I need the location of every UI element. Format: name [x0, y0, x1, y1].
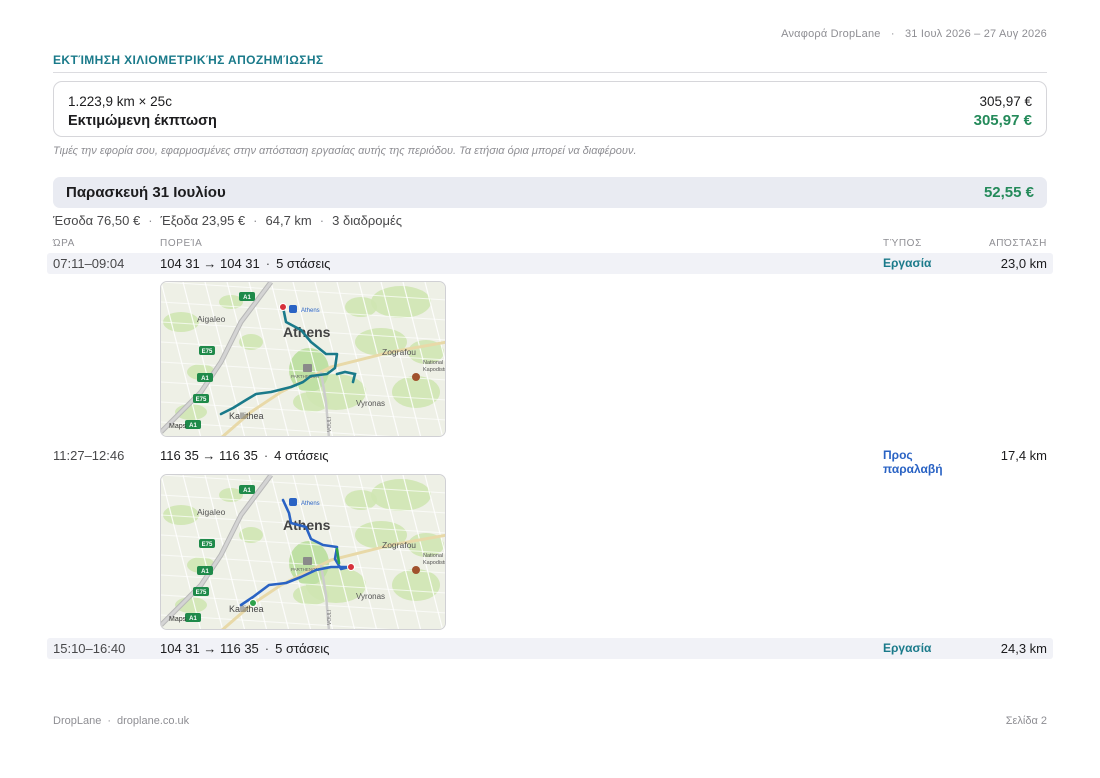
svg-text:E75: E75: [196, 397, 207, 403]
day-total: 52,55 €: [983, 184, 1034, 201]
trip-stops: 5 στάσεις: [276, 256, 331, 271]
trip-time: 11:27–12:46: [53, 448, 125, 463]
summary-calc-amount: 305,97 €: [979, 94, 1032, 109]
trip-route: 104 31 → 116 35 · 5 στάσεις: [160, 641, 329, 656]
disclaimer-note: Τιμές την εφορία σου, εφαρμοσμένες στην …: [53, 145, 637, 157]
trip-stops: 4 στάσεις: [274, 448, 329, 463]
section-title: ΕΚΤΊΜΗΣΗ ΧΙΛΙΟΜΕΤΡΙΚΉΣ ΑΠΟΖΗΜΊΩΣΗΣ: [53, 53, 1047, 73]
svg-text:Maps: Maps: [169, 423, 187, 430]
trip-route: 116 35 → 116 35 · 4 στάσεις: [160, 448, 328, 463]
svg-text:A1: A1: [243, 295, 251, 301]
deduction-label: Εκτιμώμενη έκπτωση: [68, 113, 217, 129]
svg-text:Zografou: Zografou: [382, 540, 416, 550]
svg-text:Kapodistrian: Kapodistrian: [423, 367, 446, 373]
svg-text:National: National: [423, 360, 443, 366]
trip-route-postcodes: 104 31 → 104 31: [160, 256, 260, 271]
trip-route-postcodes: 104 31 → 116 35: [160, 641, 259, 656]
stats-separator: ·: [253, 213, 258, 228]
trip-distance: 23,0 km: [1000, 256, 1047, 271]
svg-text:E75: E75: [202, 542, 213, 548]
map-canvas[interactable]: A1 E75 A1 E75 A1 Aigaleo Athens Zografou Kallith…: [161, 475, 446, 630]
footer-brand-name: DropLane: [53, 715, 102, 727]
svg-text:A1: A1: [201, 569, 209, 575]
route-separator: ·: [263, 448, 269, 463]
deduction-amount: 305,97 €: [973, 112, 1032, 129]
trip-time: 07:11–09:04: [53, 256, 125, 271]
svg-text:Zografou: Zografou: [382, 347, 416, 357]
svg-text:A1: A1: [189, 423, 197, 429]
svg-text:Kallithea: Kallithea: [229, 411, 264, 421]
svg-text:Vyronas: Vyronas: [356, 399, 385, 408]
svg-text:Athens: Athens: [301, 308, 320, 314]
footer-separator: ·: [107, 715, 111, 727]
svg-text:E75: E75: [196, 590, 207, 596]
day-expenses: Έξοδα 23,95 €: [160, 213, 246, 228]
trip-stops: 5 στάσεις: [275, 641, 330, 656]
svg-text:Maps: Maps: [169, 616, 187, 623]
trip-distance: 24,3 km: [1000, 641, 1047, 656]
trip-type: Εργασία: [883, 641, 932, 655]
svg-text:VOULI: VOULI: [327, 610, 333, 625]
summary-box: 1.223,9 km × 25c 305,97 € Εκτιμώμενη έκπ…: [53, 81, 1047, 137]
route-map[interactable]: A1 E75 A1 E75 A1 Aigaleo Athens Zografou Kallith…: [160, 281, 446, 437]
svg-text:A1: A1: [201, 376, 209, 382]
svg-text:Aigaleo: Aigaleo: [197, 314, 226, 324]
summary-calc: 1.223,9 km × 25c: [68, 94, 172, 109]
trip-type-line: Προς: [883, 448, 913, 462]
svg-text:Aigaleo: Aigaleo: [197, 507, 226, 517]
trip-route: 104 31 → 104 31 · 5 στάσεις: [160, 256, 330, 271]
trip-route-postcodes: 116 35 → 116 35: [160, 448, 258, 463]
report-header: Αναφορά DropLane · 31 Ιουλ 2026 – 27 Αυγ…: [781, 28, 1047, 40]
day-title: Παρασκευή 31 Ιουλίου: [66, 184, 226, 201]
stats-separator: ·: [319, 213, 325, 228]
report-period: 31 Ιουλ 2026 – 27 Αυγ 2026: [904, 28, 1047, 40]
summary-calc-row: 1.223,9 km × 25c 305,97 €: [68, 94, 1032, 109]
day-header: Παρασκευή 31 Ιουλίου 52,55 €: [53, 177, 1047, 208]
column-header-route: ΠΟΡΕΊΑ: [160, 238, 203, 249]
stats-separator: ·: [148, 213, 153, 228]
svg-text:Kallithea: Kallithea: [229, 604, 264, 614]
svg-text:Athens: Athens: [301, 501, 320, 507]
report-title: Αναφορά DropLane: [781, 28, 881, 40]
header-separator: ·: [890, 28, 895, 40]
svg-text:A1: A1: [243, 488, 251, 494]
trip-type: Προς παραλαβή: [883, 448, 943, 476]
trip-distance: 17,4 km: [1000, 448, 1047, 463]
map-canvas[interactable]: A1 E75 A1 E75 A1 Aigaleo Athens Zografou Kallith…: [161, 282, 446, 437]
trip-type-line: παραλαβή: [883, 462, 943, 476]
footer-url[interactable]: droplane.co.uk: [117, 715, 189, 727]
route-map[interactable]: A1 E75 A1 E75 A1 Aigaleo Athens Zografou Kallith…: [160, 474, 446, 630]
svg-text:VOULI: VOULI: [327, 417, 333, 432]
summary-deduction-row: Εκτιμώμενη έκπτωση 305,97 €: [68, 112, 1032, 129]
column-header-type: ΤΎΠΟΣ: [883, 238, 922, 249]
route-separator: ·: [264, 641, 270, 656]
day-distance: 64,7 km: [265, 213, 312, 228]
day-income: Έσοδα 76,50 €: [53, 213, 141, 228]
day-trip-count: 3 διαδρομές: [332, 213, 403, 228]
svg-text:Vyronas: Vyronas: [356, 592, 385, 601]
column-header-distance: ΑΠΌΣΤΑΣΗ: [988, 238, 1047, 249]
footer-brand: DropLane · droplane.co.uk: [53, 715, 189, 727]
trip-type: Εργασία: [883, 256, 932, 270]
page-number: Σελίδα 2: [1005, 715, 1047, 727]
svg-text:A1: A1: [189, 616, 197, 622]
column-header-time: ΏΡΑ: [53, 238, 75, 249]
day-stats: Έσοδα 76,50 € · Έξοδα 23,95 € · 64,7 km · 3 δι…: [53, 213, 402, 228]
svg-text:National: National: [423, 553, 443, 559]
svg-text:Kapodistrian: Kapodistrian: [423, 560, 446, 566]
trip-time: 15:10–16:40: [53, 641, 126, 656]
route-separator: ·: [265, 256, 271, 271]
svg-text:E75: E75: [202, 349, 213, 355]
